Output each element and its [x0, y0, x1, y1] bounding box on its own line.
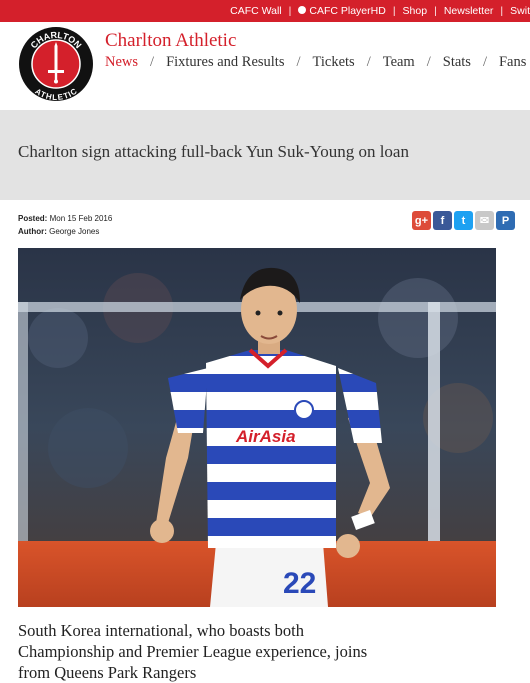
newsletter-link[interactable]: Newsletter	[440, 5, 498, 17]
twitter-share-icon[interactable]: t	[454, 211, 473, 230]
nav-separator: /	[150, 54, 155, 70]
switch-link[interactable]: Swit	[506, 5, 530, 17]
author-label: Author:	[18, 227, 47, 236]
nav-item-news[interactable]: News	[105, 54, 138, 71]
article-title-bar: Charlton sign attacking full-back Yun Su…	[0, 110, 530, 200]
svg-text:22: 22	[283, 567, 316, 600]
top-link-separator: |	[434, 5, 437, 17]
shop-link[interactable]: Shop	[399, 5, 432, 17]
top-link-separator: |	[500, 5, 504, 17]
pinterest-share-icon[interactable]: P	[496, 211, 515, 230]
facebook-share-icon[interactable]: f	[433, 211, 452, 230]
top-utility-bar: CAFC Wall | CAFC PlayerHD | Shop | Newsl…	[0, 0, 530, 22]
author-line: Author: George Jones	[18, 225, 112, 238]
nav-item-fans[interactable]: Fans	[499, 54, 526, 71]
nav-item-fixtures[interactable]: Fixtures and Results	[166, 54, 284, 71]
main-nav: News / Fixtures and Results / Tickets / …	[105, 54, 526, 71]
cafc-playerhd-label: CAFC PlayerHD	[309, 5, 386, 17]
cafc-wall-link[interactable]: CAFC Wall	[226, 5, 286, 17]
site-header: CHARLTON ATHLETIC Charlton Athletic News…	[0, 22, 530, 110]
site-name[interactable]: Charlton Athletic	[105, 30, 236, 52]
article-title: Charlton sign attacking full-back Yun Su…	[18, 142, 409, 161]
nav-separator: /	[426, 54, 431, 70]
nav-item-stats[interactable]: Stats	[443, 54, 471, 71]
author-name: George Jones	[49, 227, 100, 236]
article-standfirst: South Korea international, who boasts bo…	[18, 621, 368, 682]
email-share-icon[interactable]: ✉	[475, 211, 494, 230]
top-links: CAFC Wall | CAFC PlayerHD | Shop | Newsl…	[226, 0, 530, 22]
share-buttons: g+ f t ✉ P	[412, 211, 515, 230]
posted-label: Posted:	[18, 214, 48, 223]
posted-date: Mon 15 Feb 2016	[49, 214, 113, 223]
posted-line: Posted: Mon 15 Feb 2016	[18, 212, 112, 225]
top-link-separator: |	[288, 5, 292, 17]
nav-separator: /	[366, 54, 371, 70]
nav-item-team[interactable]: Team	[383, 54, 415, 71]
cafc-playerhd-link[interactable]: CAFC PlayerHD	[294, 5, 389, 17]
top-link-separator: |	[392, 5, 396, 17]
nav-separator: /	[296, 54, 301, 70]
nav-item-tickets[interactable]: Tickets	[313, 54, 355, 71]
svg-text:AirAsia: AirAsia	[235, 427, 296, 446]
article-meta: Posted: Mon 15 Feb 2016 Author: George J…	[18, 212, 112, 238]
nav-separator: /	[482, 54, 487, 70]
gplus-share-icon[interactable]: g+	[412, 211, 431, 230]
playerhd-icon	[298, 6, 307, 14]
club-crest-logo[interactable]: CHARLTON ATHLETIC	[18, 26, 94, 102]
article-photo: 22 AirAsia	[18, 248, 496, 607]
